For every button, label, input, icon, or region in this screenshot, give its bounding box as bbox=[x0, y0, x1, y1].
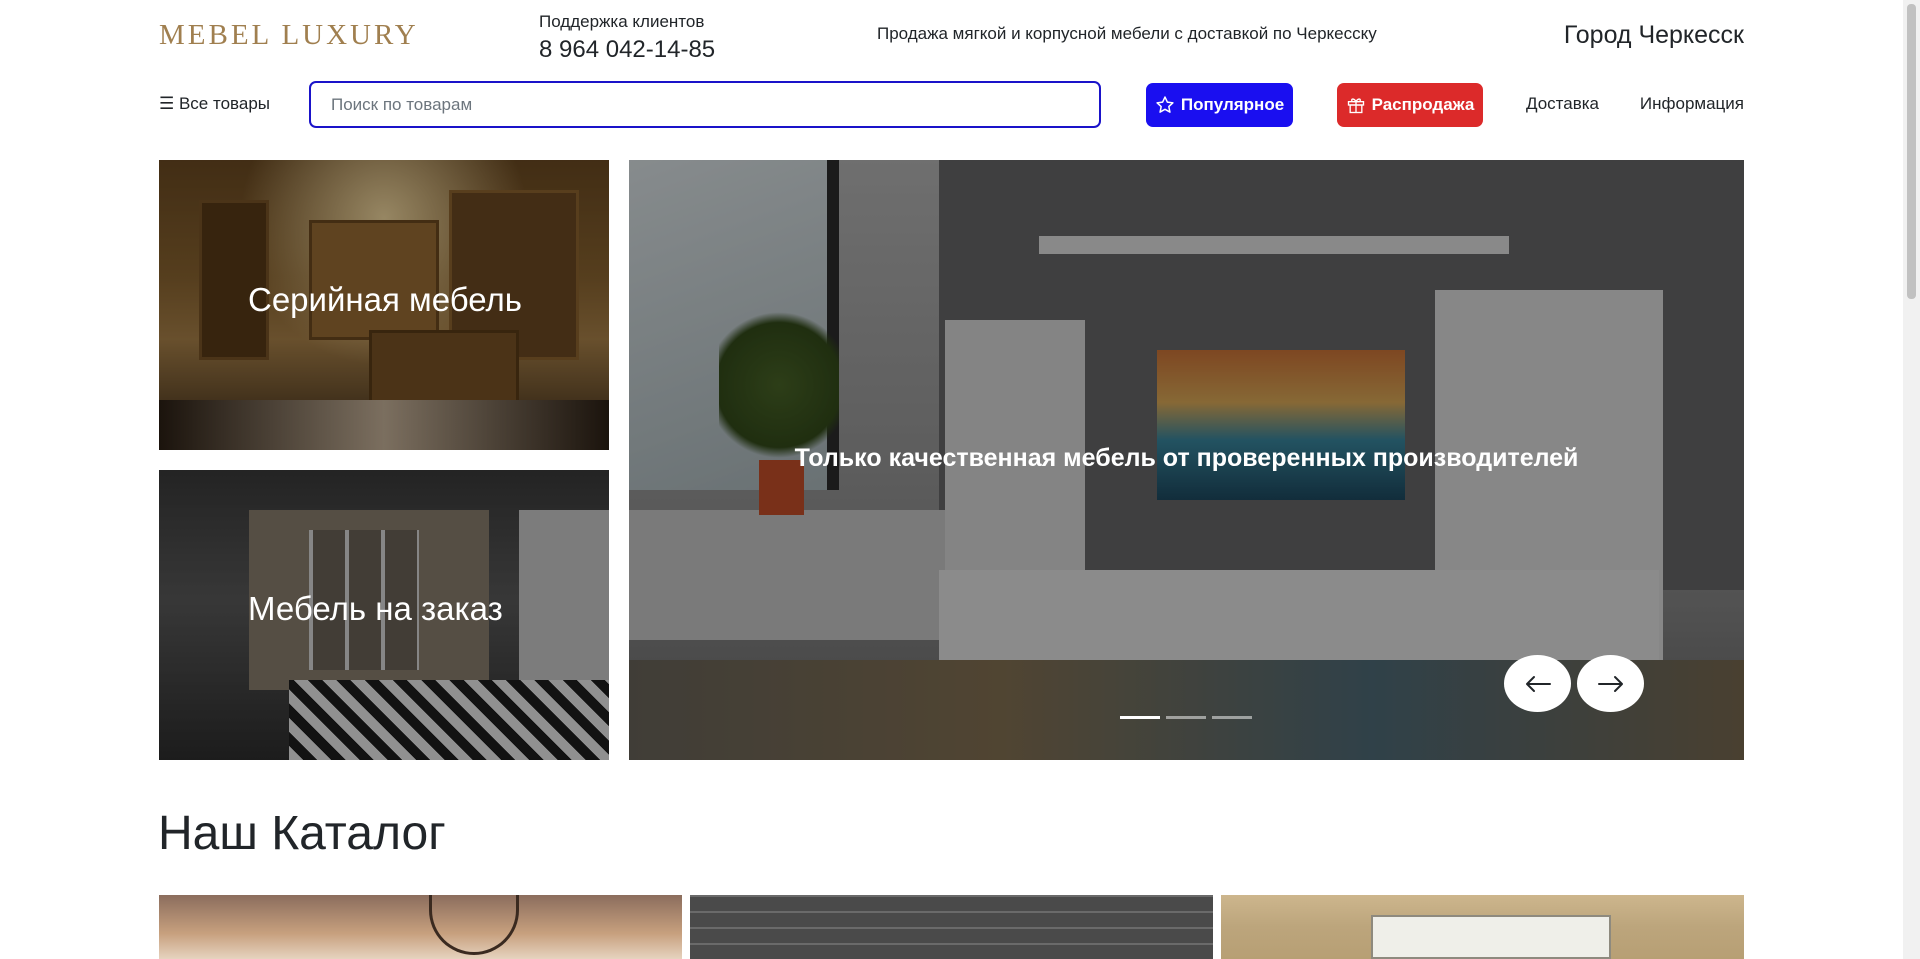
catalog-card[interactable] bbox=[1221, 895, 1744, 959]
all-goods-menu-button[interactable]: ☰ Все товары bbox=[159, 94, 270, 114]
carousel-prev-button[interactable] bbox=[1504, 655, 1571, 712]
search-input[interactable] bbox=[309, 81, 1101, 128]
sale-label: Распродажа bbox=[1371, 95, 1475, 114]
nav-info-link[interactable]: Информация bbox=[1640, 94, 1744, 114]
gift-icon bbox=[1347, 98, 1364, 114]
page-scrollbar[interactable] bbox=[1903, 0, 1920, 959]
tile-serial-furniture[interactable]: Серийная мебель bbox=[159, 160, 609, 450]
carousel-indicators bbox=[1120, 716, 1252, 719]
tile-custom-furniture[interactable]: Мебель на заказ bbox=[159, 470, 609, 760]
customer-support: Поддержка клиентов 8 964 042-14-85 bbox=[539, 11, 715, 65]
nav-delivery-link[interactable]: Доставка bbox=[1526, 94, 1599, 114]
living-room-photo bbox=[429, 895, 519, 955]
arrow-left-icon bbox=[1525, 675, 1551, 692]
city-selector[interactable]: Город Черкесск bbox=[1564, 21, 1744, 50]
tile-label: Серийная мебель bbox=[248, 281, 522, 318]
sale-button[interactable]: Распродажа bbox=[1337, 83, 1483, 127]
popular-label: Популярное bbox=[1180, 95, 1285, 114]
carousel-indicator[interactable] bbox=[1120, 716, 1160, 719]
site-tagline: Продажа мягкой и корпусной мебели с дост… bbox=[877, 24, 1377, 43]
catalog-card[interactable] bbox=[159, 895, 682, 959]
site-logo[interactable]: MEBEL LUXURY bbox=[159, 19, 419, 52]
slide-caption: Только качественная мебель от проверенны… bbox=[794, 444, 1579, 472]
star-icon bbox=[1156, 96, 1174, 113]
support-label: Поддержка клиентов bbox=[539, 12, 705, 31]
catalog-card[interactable] bbox=[690, 895, 1213, 959]
catalog-title: Наш Каталог bbox=[158, 807, 446, 860]
carousel-indicator[interactable] bbox=[1166, 716, 1206, 719]
carousel-next-button[interactable] bbox=[1577, 655, 1644, 712]
arrow-right-icon bbox=[1597, 675, 1623, 692]
hero-carousel[interactable]: Только качественная мебель от проверенны… bbox=[629, 160, 1744, 760]
popular-button[interactable]: Популярное bbox=[1146, 83, 1293, 127]
carousel-indicator[interactable] bbox=[1212, 716, 1252, 719]
white-cabinet-photo bbox=[1371, 915, 1611, 959]
tile-label: Мебель на заказ bbox=[248, 590, 503, 627]
brick-wall-photo bbox=[690, 895, 1213, 959]
support-phone[interactable]: 8 964 042-14-85 bbox=[539, 35, 715, 65]
scrollbar-thumb[interactable] bbox=[1907, 4, 1916, 299]
